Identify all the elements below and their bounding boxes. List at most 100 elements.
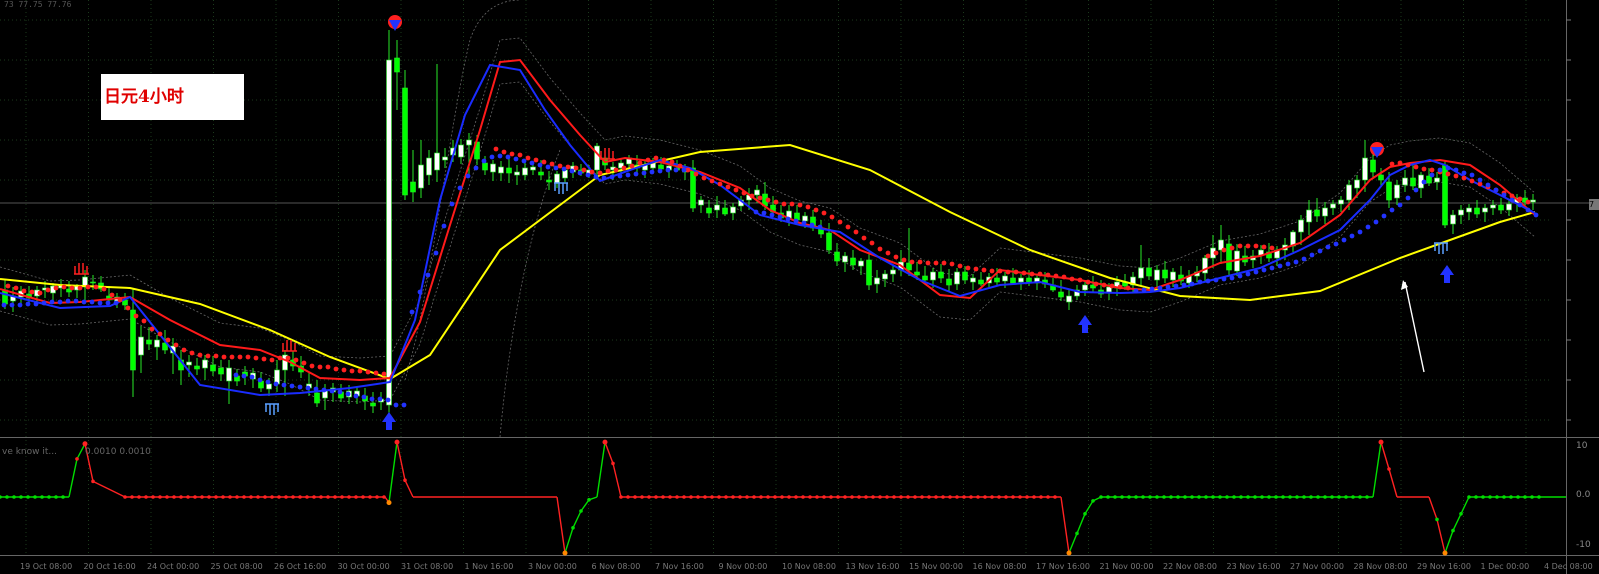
blue-dot — [529, 160, 535, 166]
blue-dot — [305, 385, 311, 391]
blue-dot — [1293, 259, 1299, 265]
osc-dot — [689, 495, 693, 499]
red-dot — [309, 363, 315, 369]
osc-dot — [61, 495, 65, 499]
red-dot — [917, 259, 923, 265]
candle-down — [978, 272, 984, 286]
osc-dot — [738, 495, 742, 499]
chart-title: 日元4小时 — [104, 87, 184, 107]
red-dot — [1245, 243, 1251, 249]
blue-dot — [1205, 278, 1211, 284]
blue-dot — [665, 167, 671, 173]
osc-dot — [284, 495, 288, 499]
red-dot — [1405, 162, 1411, 168]
osc-dot — [354, 495, 358, 499]
red-dot — [725, 184, 731, 190]
blue-up-arrow-icon — [382, 412, 396, 430]
candle-up — [1018, 274, 1024, 290]
blue-dot — [601, 175, 607, 181]
red-dot — [805, 204, 811, 210]
blue-dot — [385, 397, 391, 403]
osc-segment — [1460, 496, 1470, 515]
indicator-tick-top: 10 — [1576, 441, 1588, 451]
candle-down — [1442, 160, 1448, 228]
osc-dot — [668, 495, 672, 499]
osc-dot — [906, 495, 910, 499]
osc-dot — [990, 495, 994, 499]
blue-dot — [1245, 271, 1251, 277]
candle-up — [498, 161, 504, 181]
osc-dot — [214, 495, 218, 499]
red-dot — [1261, 244, 1267, 250]
red-dot — [637, 160, 643, 166]
red-dot — [29, 289, 35, 295]
osc-segment — [1428, 496, 1438, 520]
osc-dot — [864, 495, 868, 499]
osc-dot — [1344, 495, 1348, 499]
candle-body — [410, 181, 416, 193]
candle-body — [194, 365, 200, 370]
x-axis-label: 25 Oct 08:00 — [211, 562, 263, 571]
red-dot — [253, 355, 259, 361]
red-down-arrow-icon — [1370, 142, 1384, 158]
osc-dot — [368, 495, 372, 499]
red-dot — [149, 326, 155, 332]
blue-dot — [1133, 288, 1139, 294]
red-dot — [829, 214, 835, 220]
blue-dot — [545, 164, 551, 170]
red-dot — [1389, 161, 1395, 167]
osc-dot — [193, 495, 197, 499]
blue-dot — [257, 377, 263, 383]
candle-down — [194, 358, 200, 375]
blue-dot — [1477, 177, 1483, 183]
candle-up — [1218, 225, 1224, 264]
candle-up — [50, 283, 56, 302]
red-dot — [973, 266, 979, 272]
red-dot — [1269, 245, 1275, 251]
red-dot — [797, 202, 803, 208]
blue-dot — [457, 185, 463, 191]
candle-body — [1498, 204, 1504, 211]
red-dot — [533, 157, 539, 163]
osc-dot — [815, 495, 819, 499]
candle-down — [906, 228, 912, 276]
red-dot — [981, 267, 987, 273]
osc-dot — [1467, 495, 1471, 499]
osc-dot — [1288, 495, 1292, 499]
candle-body — [866, 259, 872, 286]
candle-body — [1154, 269, 1160, 281]
osc-dot — [1211, 495, 1215, 499]
candle-body — [386, 59, 392, 406]
osc-dot — [1018, 495, 1022, 499]
red-hand-icon — [74, 263, 89, 275]
blue-dot — [1533, 212, 1539, 218]
blue-dot — [617, 173, 623, 179]
blue-dot — [1397, 202, 1403, 208]
candle-body — [554, 173, 560, 184]
red-dot — [589, 169, 595, 175]
blue-dot — [401, 402, 407, 408]
candle-down — [946, 269, 952, 291]
candle-down — [394, 40, 400, 110]
red-dot — [325, 364, 331, 370]
candle-body — [938, 271, 944, 279]
candle-body — [1394, 184, 1400, 199]
osc-segment — [1060, 496, 1070, 554]
osc-dot — [1083, 512, 1087, 516]
red-dot — [989, 268, 995, 274]
red-dot — [1461, 175, 1467, 181]
red-dot — [901, 257, 907, 263]
red-dot — [141, 318, 147, 324]
osc-dot — [1176, 495, 1180, 499]
candle-down — [1226, 235, 1232, 276]
red-dot — [1013, 269, 1019, 275]
blue-dot — [1373, 219, 1379, 225]
blue-dot — [1269, 265, 1275, 271]
x-axis-label: 22 Nov 08:00 — [1163, 562, 1217, 571]
candle-body — [546, 179, 552, 183]
blue-dot — [233, 372, 239, 378]
red-dot — [613, 167, 619, 173]
red-dot — [125, 305, 131, 311]
blue-dot — [1453, 167, 1459, 173]
osc-dot — [249, 495, 253, 499]
